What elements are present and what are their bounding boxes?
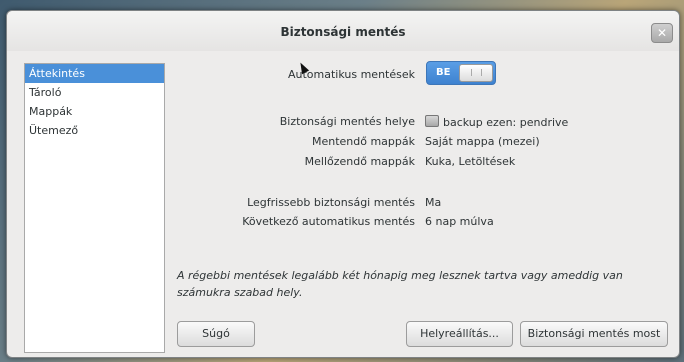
sidebar-item-schedule[interactable]: Ütemező [25, 121, 164, 140]
close-icon: ✕ [656, 26, 668, 40]
retention-note: A régebbi mentések legalább két hónapig … [177, 269, 623, 299]
toggle-state-label: BE [436, 67, 451, 78]
location-text: backup ezen: pendrive [443, 116, 569, 129]
drive-icon [425, 115, 439, 127]
exclude-label: Mellőzendő mappák [304, 155, 415, 168]
next-backup-value: 6 nap múlva [425, 215, 494, 228]
help-button[interactable]: Súgó [177, 321, 255, 347]
location-value: backup ezen: pendrive [425, 115, 568, 129]
close-button[interactable]: ✕ [651, 23, 673, 43]
restore-button[interactable]: Helyreállítás... [406, 321, 513, 347]
auto-backup-label: Automatikus mentések [288, 68, 415, 81]
toggle-knob[interactable] [459, 64, 493, 82]
latest-backup-value: Ma [425, 196, 442, 209]
location-label: Biztonsági mentés helye [279, 115, 415, 128]
next-backup-label: Következő automatikus mentés [242, 215, 415, 228]
sidebar-item-folders[interactable]: Mappák [25, 102, 164, 121]
sidebar: Áttekintés Tároló Mappák Ütemező [24, 63, 165, 353]
title-bar[interactable]: Biztonsági mentés ✕ [7, 11, 679, 51]
backup-window: Biztonsági mentés ✕ Áttekintés Tároló Ma… [6, 10, 680, 358]
include-label: Mentendő mappák [311, 135, 415, 148]
auto-backup-toggle[interactable]: BE [426, 61, 496, 85]
backup-now-button[interactable]: Biztonsági mentés most [520, 321, 668, 347]
window-title: Biztonsági mentés [280, 25, 406, 39]
sidebar-item-overview[interactable]: Áttekintés [25, 64, 164, 83]
latest-backup-label: Legfrissebb biztonsági mentés [247, 196, 415, 209]
exclude-value: Kuka, Letöltések [425, 155, 516, 168]
include-value: Saját mappa (mezei) [425, 135, 540, 148]
sidebar-item-storage[interactable]: Tároló [25, 83, 164, 102]
